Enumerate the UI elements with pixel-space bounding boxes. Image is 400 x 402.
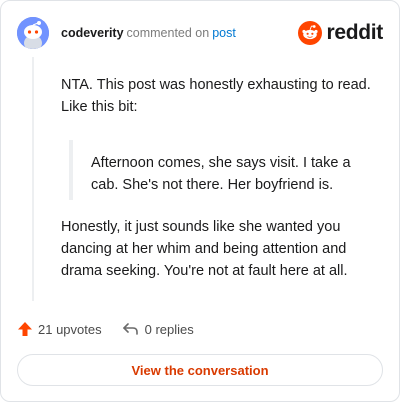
comment-embed-card: codeverity commented on post reddit NTA. T… [0, 0, 400, 402]
upvote-button[interactable]: 21 upvotes [17, 321, 102, 337]
action-text: commented on [126, 26, 210, 40]
thread-line [32, 57, 34, 301]
reddit-snoo-icon [298, 21, 323, 45]
reply-count: 0 replies [144, 321, 194, 337]
snoo-avatar-icon [17, 17, 49, 49]
reddit-logo[interactable]: reddit [298, 17, 383, 49]
upvote-arrow-icon [18, 322, 32, 336]
blockquote-bar [69, 140, 73, 200]
username-link[interactable]: codeverity [61, 26, 124, 40]
comment-paragraph-2: Honestly, it just sounds like she wanted… [61, 219, 348, 279]
reply-arrow-icon [122, 323, 138, 335]
reply-button[interactable]: 0 replies [122, 321, 194, 337]
brand-wordmark: reddit [326, 21, 383, 44]
avatar[interactable] [17, 17, 49, 49]
comment-actions: 21 upvotes 0 replies [17, 319, 214, 339]
comment-meta: codeverity commented on post [61, 25, 236, 41]
view-conversation-button[interactable]: View the conversation [17, 354, 383, 386]
comment-paragraph-1: NTA. This post was honestly exhausting t… [61, 77, 371, 115]
upvote-count: 21 upvotes [38, 321, 102, 337]
comment-header: codeverity commented on post reddit [17, 17, 383, 51]
blockquote-text: Afternoon comes, she says visit. I take … [91, 155, 351, 193]
post-link[interactable]: post [212, 26, 236, 40]
